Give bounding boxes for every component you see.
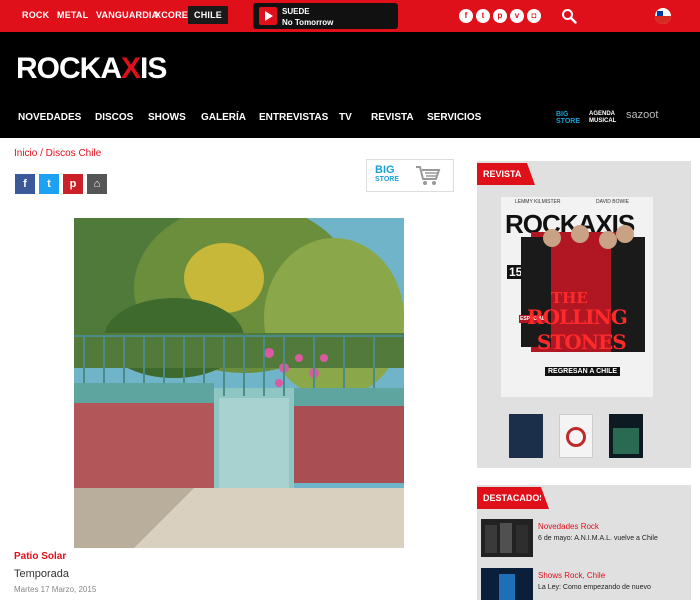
destacados-heading: DESTACADOS <box>477 487 545 509</box>
magazine-cover[interactable]: LEMMY KILMISTER DAVID BOWIE ROCKAXIS 153… <box>501 197 653 397</box>
album-cover-image <box>74 218 404 548</box>
magazine-issue-thumb[interactable] <box>559 414 593 458</box>
nav-servicios[interactable]: SERVICIOS <box>427 112 481 123</box>
facebook-icon[interactable]: f <box>459 9 473 23</box>
nav-galeria[interactable]: GALERÍA <box>201 112 246 123</box>
chile-flag-icon[interactable] <box>655 8 671 24</box>
nav-discos[interactable]: DISCOS <box>95 112 133 123</box>
heading-tab-notch <box>527 163 535 185</box>
magazine-issue-thumb[interactable] <box>509 414 543 458</box>
search-icon[interactable] <box>561 8 577 24</box>
destacado-category[interactable]: Novedades Rock <box>538 522 599 531</box>
sazoot-link[interactable]: sazoot <box>626 109 658 121</box>
print-share-icon[interactable]: ⌂ <box>87 174 107 194</box>
nav-shows[interactable]: SHOWS <box>148 112 186 123</box>
player-song: No Tomorrow <box>282 18 334 27</box>
category-chile[interactable]: CHILE <box>188 6 228 24</box>
facebook-share-icon[interactable]: f <box>15 174 35 194</box>
bigstore-buy-button[interactable]: BIG STORE <box>366 159 454 192</box>
twitter-share-icon[interactable]: t <box>39 174 59 194</box>
destacado-thumbnail[interactable] <box>481 568 533 600</box>
category-metal[interactable]: METAL <box>57 10 88 20</box>
vimeo-icon[interactable]: v <box>510 9 524 23</box>
destacado-title[interactable]: La Ley: Como empezando de nuevo <box>538 584 651 591</box>
cart-icon <box>416 166 441 185</box>
destacado-title[interactable]: 6 de mayo: A.N.I.M.A.L. vuelve a Chile <box>538 535 658 542</box>
pinterest-share-icon[interactable]: p <box>63 174 83 194</box>
player-band: SUEDE <box>282 7 310 16</box>
heading-tab-notch <box>541 487 549 509</box>
radio-player[interactable]: SUEDE No Tomorrow <box>253 3 398 29</box>
nav-revista[interactable]: REVISTA <box>371 112 414 123</box>
breadcrumb[interactable]: Inicio / Discos Chile <box>14 148 101 159</box>
agenda-musical-link[interactable]: AGENDA MUSICAL <box>589 111 616 125</box>
destacado-category[interactable]: Shows Rock, Chile <box>538 571 605 580</box>
album-title: Temporada <box>14 568 70 580</box>
top-bar: ROCK METAL VANGUARDIA XCORE CHILE SUEDE … <box>0 0 700 32</box>
site-header: ROCKAXIS NOVEDADES DISCOS SHOWS GALERÍA … <box>0 32 700 138</box>
destacado-thumbnail[interactable] <box>481 519 533 557</box>
bigstore-link[interactable]: BIG STORE <box>556 111 580 125</box>
nav-tv[interactable]: TV <box>339 112 352 123</box>
twitter-icon[interactable]: t <box>476 9 490 23</box>
category-rock[interactable]: ROCK <box>22 10 49 20</box>
album-artist[interactable]: Patio Solar <box>14 551 66 562</box>
site-logo[interactable]: ROCKAXIS <box>16 52 167 86</box>
publish-date: Martes 17 Marzo, 2015 <box>14 585 97 594</box>
pinterest-icon[interactable]: p <box>493 9 507 23</box>
bigstore-label: BIG STORE <box>375 164 399 184</box>
magazine-issue-thumb[interactable] <box>609 414 643 458</box>
revista-heading: REVISTA <box>477 163 527 185</box>
category-xcore[interactable]: XCORE <box>155 10 188 20</box>
nav-novedades[interactable]: NOVEDADES <box>18 112 81 123</box>
instagram-icon[interactable]: ◘ <box>527 9 541 23</box>
nav-entrevistas[interactable]: ENTREVISTAS <box>259 112 328 123</box>
category-vanguardia[interactable]: VANGUARDIA <box>96 10 158 20</box>
play-icon[interactable] <box>259 7 277 25</box>
